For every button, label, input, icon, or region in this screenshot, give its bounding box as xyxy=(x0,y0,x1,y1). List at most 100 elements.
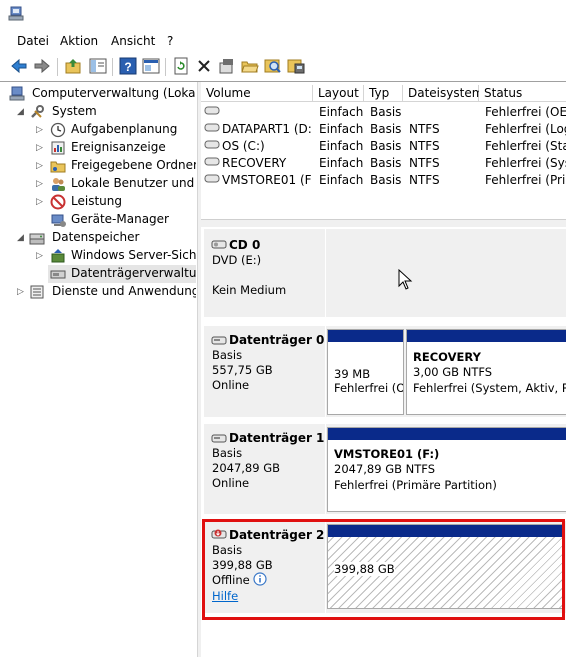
disk-map-cd0[interactable] xyxy=(326,229,566,317)
volume-type: Basis xyxy=(370,156,402,170)
disk-title: Datenträger 2 xyxy=(229,528,325,542)
forward-arrow-icon[interactable] xyxy=(33,57,51,75)
menu-help[interactable]: ? xyxy=(167,34,173,48)
tree-label: Aufgabenplanung xyxy=(71,122,178,136)
expand-triangle-icon[interactable]: ▷ xyxy=(36,197,46,207)
properties-icon[interactable] xyxy=(218,57,236,75)
menu-aktion[interactable]: Aktion xyxy=(60,34,98,48)
tree-item-ereignisanzeige[interactable]: ▷ Ereignisanzeige xyxy=(5,139,196,157)
partition-size: 2047,89 GB NTFS xyxy=(334,462,436,476)
tree-item-aufgabenplanung[interactable]: ▷ Aufgabenplanung xyxy=(5,121,196,139)
tree-item-computer-management[interactable]: Computerverwaltung (Lokal) xyxy=(5,85,196,103)
tree-item-windows-server-sicherung[interactable]: ▷ Windows Server-Sicheru xyxy=(5,247,196,265)
partition-status: Fehlerfrei (O xyxy=(334,381,404,395)
tools-icon xyxy=(29,104,45,120)
volume-icon xyxy=(204,172,220,188)
console-pane-icon[interactable] xyxy=(142,57,160,75)
partition-disk0-1[interactable]: 39 MB Fehlerfrei (O xyxy=(327,329,404,415)
menu-bar: Datei Aktion Ansicht ? xyxy=(0,32,566,52)
expand-triangle-icon[interactable]: ▷ xyxy=(36,161,46,171)
volume-status: Fehlerfrei (Logis xyxy=(485,122,566,136)
partition-vmstore01[interactable]: VMSTORE01 (F:) 2047,89 GB NTFS Fehlerfre… xyxy=(327,427,566,512)
tree-item-geraete-manager[interactable]: Geräte-Manager xyxy=(5,211,196,229)
disk-state: Online xyxy=(212,378,250,392)
disk-info-disk0[interactable]: Datenträger 0 Basis 557,75 GB Online xyxy=(204,326,325,417)
volume-layout: Einfach xyxy=(319,156,363,170)
disk-size: 2047,89 GB xyxy=(212,461,281,475)
toolbar: ? xyxy=(0,52,566,80)
disk-info-disk1[interactable]: Datenträger 1 Basis 2047,89 GB Online xyxy=(204,424,325,514)
delete-icon[interactable] xyxy=(195,57,213,75)
disk-settings-icon[interactable] xyxy=(287,57,305,75)
services-icon xyxy=(29,284,45,300)
column-header-layout[interactable]: Layout xyxy=(313,85,364,102)
volume-type: Basis xyxy=(370,105,402,119)
disk-type: Basis xyxy=(212,446,243,460)
tree-label: Freigegebene Ordner xyxy=(71,158,196,172)
tree-label: Leistung xyxy=(71,194,122,208)
refresh-icon[interactable] xyxy=(172,57,190,75)
tree-item-freigegebene-ordner[interactable]: ▷ Freigegebene Ordner xyxy=(5,157,196,175)
help-link[interactable]: Hilfe xyxy=(212,589,238,603)
disk-info-cd0[interactable]: CD 0 DVD (E:) Kein Medium xyxy=(204,229,325,317)
backup-icon xyxy=(50,248,66,264)
mouse-cursor-icon xyxy=(398,268,414,294)
no-entry-performance-icon xyxy=(50,194,66,210)
show-hide-tree-icon[interactable] xyxy=(89,57,107,75)
event-viewer-icon xyxy=(50,140,66,156)
navigation-tree: Computerverwaltung (Lokal) ◢ System ▷ Au… xyxy=(5,83,196,657)
tree-item-system[interactable]: ◢ System xyxy=(5,103,196,121)
help-icon[interactable]: ? xyxy=(119,57,137,75)
tree-label: Lokale Benutzer und Gru xyxy=(71,176,196,190)
expand-triangle-icon[interactable]: ▷ xyxy=(36,251,46,261)
tree-label: Dienste und Anwendungen xyxy=(52,284,196,298)
tree-label: Datenspeicher xyxy=(52,230,140,244)
expand-triangle-icon[interactable]: ▷ xyxy=(36,125,46,135)
open-folder-icon[interactable] xyxy=(241,57,259,75)
cd-drive-icon xyxy=(211,237,227,254)
svg-text:?: ? xyxy=(124,60,131,74)
tree-item-datenspeicher[interactable]: ◢ Datenspeicher xyxy=(5,229,196,247)
tree-item-dienste-und-anwendungen[interactable]: ▷ Dienste und Anwendungen xyxy=(5,283,196,301)
column-header-typ[interactable]: Typ xyxy=(364,85,403,102)
partition-recovery[interactable]: RECOVERY 3,00 GB NTFS Fehlerfrei (System… xyxy=(406,329,566,415)
collapse-triangle-icon[interactable]: ◢ xyxy=(17,233,27,243)
disk-info-disk2[interactable]: Datenträger 2 Basis 399,88 GB Offline Hi… xyxy=(204,521,325,613)
disk-state: Online xyxy=(212,476,250,490)
volume-type: Basis xyxy=(370,173,402,187)
disk-type: Basis xyxy=(212,348,243,362)
tree-item-datentraegerverwaltung[interactable]: Datenträgerverwaltung xyxy=(48,265,196,283)
partition-name: RECOVERY xyxy=(413,350,481,364)
disk-media: Kein Medium xyxy=(212,283,287,297)
info-icon[interactable] xyxy=(253,572,267,589)
collapse-triangle-icon[interactable]: ◢ xyxy=(17,107,27,117)
volume-status: Fehlerfrei (Start xyxy=(485,139,566,153)
partition-disk2-unallocated[interactable]: 399,88 GB xyxy=(327,524,564,609)
back-arrow-icon[interactable] xyxy=(10,57,28,75)
column-header-volume[interactable]: Volume xyxy=(201,85,313,102)
volume-icon xyxy=(204,155,220,171)
volume-layout: Einfach xyxy=(319,139,363,153)
volume-filesystem: NTFS xyxy=(409,173,440,187)
disk-size: 399,88 GB xyxy=(212,558,273,572)
volume-name: OS (C:) xyxy=(222,139,265,153)
expand-triangle-icon[interactable]: ▷ xyxy=(36,179,46,189)
disk-map-disk1: VMSTORE01 (F:) 2047,89 GB NTFS Fehlerfre… xyxy=(326,424,566,514)
column-header-dateisystem[interactable]: Dateisystem xyxy=(403,85,483,102)
menu-datei[interactable]: Datei xyxy=(17,34,49,48)
volume-icon xyxy=(204,138,220,154)
tree-item-lokale-benutzer[interactable]: ▷ Lokale Benutzer und Gru xyxy=(5,175,196,193)
storage-icon xyxy=(29,230,45,246)
computer-management-icon xyxy=(9,86,25,102)
volume-type: Basis xyxy=(370,122,402,136)
disk-offline-icon xyxy=(211,527,227,544)
menu-ansicht[interactable]: Ansicht xyxy=(111,34,155,48)
expand-triangle-icon[interactable]: ▷ xyxy=(17,287,27,297)
volume-filesystem: NTFS xyxy=(409,122,440,136)
tree-item-leistung[interactable]: ▷ Leistung xyxy=(5,193,196,211)
search-disk-icon[interactable] xyxy=(264,57,282,75)
expand-triangle-icon[interactable]: ▷ xyxy=(36,143,46,153)
disk-map-disk2: 399,88 GB xyxy=(326,521,566,613)
column-header-status[interactable]: Status xyxy=(479,85,566,102)
up-folder-icon[interactable] xyxy=(64,57,82,75)
